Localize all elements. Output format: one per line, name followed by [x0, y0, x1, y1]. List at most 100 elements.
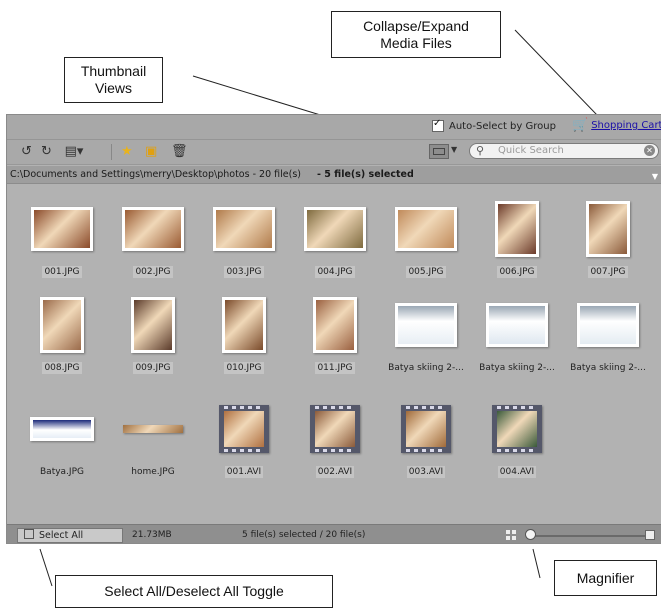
photo-thumbnail[interactable]	[122, 207, 184, 251]
select-all-button[interactable]: Select All	[17, 528, 123, 543]
thumbnail-frame[interactable]	[563, 291, 653, 359]
status-bar: Select All 21.73MB 5 file(s) selected / …	[7, 524, 661, 543]
media-item[interactable]: Batya skiing 2-...	[472, 291, 562, 391]
file-name: 006.JPG	[467, 266, 567, 278]
media-item[interactable]: Batya skiing 2-...	[563, 291, 653, 391]
photo-thumbnail[interactable]	[486, 303, 548, 347]
thumbnail-frame[interactable]	[17, 395, 107, 463]
media-item[interactable]: 006.JPG	[472, 195, 562, 295]
shopping-cart-link[interactable]: Shopping Cart	[591, 120, 661, 131]
thumbnail-frame[interactable]	[472, 395, 562, 463]
thumbnail-views-chevron-icon[interactable]: ▼	[451, 145, 457, 154]
thumbnail-frame[interactable]	[108, 195, 198, 263]
video-thumbnail[interactable]	[492, 405, 542, 453]
media-item[interactable]: 005.JPG	[381, 195, 471, 295]
rotate-right-icon[interactable]: ↻	[41, 144, 52, 160]
thumbnail-frame[interactable]	[108, 291, 198, 359]
file-name: Batya.JPG	[12, 467, 112, 477]
media-item[interactable]: 002.AVI	[290, 395, 380, 495]
thumbnail-frame[interactable]	[199, 291, 289, 359]
file-name-label: 002.AVI	[315, 466, 355, 478]
media-item[interactable]: Batya.JPG	[17, 395, 107, 495]
photo-thumbnail[interactable]	[40, 297, 84, 353]
media-item[interactable]: 010.JPG	[199, 291, 289, 391]
thumbnail-frame[interactable]	[472, 195, 562, 263]
video-thumbnail[interactable]	[219, 405, 269, 453]
media-item[interactable]: 009.JPG	[108, 291, 198, 391]
video-thumbnail[interactable]	[401, 405, 451, 453]
file-name: Batya skiing 2-...	[467, 363, 567, 373]
thumbnail-frame[interactable]	[199, 195, 289, 263]
view-menu-icon[interactable]: ▤▾	[63, 144, 85, 160]
collapse-expand-icon[interactable]: ▼	[652, 172, 658, 181]
magnifier-slider-handle[interactable]	[525, 529, 536, 540]
photo-thumbnail[interactable]	[313, 297, 357, 353]
thumbnail-frame[interactable]	[381, 291, 471, 359]
media-item[interactable]: 003.JPG	[199, 195, 289, 295]
photo-thumbnail[interactable]	[395, 303, 457, 347]
media-item[interactable]: 011.JPG	[290, 291, 380, 391]
thumbnail-frame[interactable]	[381, 195, 471, 263]
lock-icon[interactable]: ▣	[145, 144, 157, 160]
media-item[interactable]: Batya skiing 2-...	[381, 291, 471, 391]
file-name-label: 008.JPG	[42, 362, 82, 374]
file-name: 003.AVI	[376, 466, 476, 478]
file-name-label: 001.JPG	[42, 266, 82, 278]
thumbnail-image	[216, 210, 272, 248]
thumbnail-frame[interactable]	[17, 195, 107, 263]
auto-select-by-group[interactable]: Auto-Select by Group	[432, 118, 556, 132]
media-item[interactable]: 004.JPG	[290, 195, 380, 295]
media-item[interactable]: 002.JPG	[108, 195, 198, 295]
small-thumbnails-icon[interactable]	[506, 530, 516, 540]
media-item[interactable]: home.JPG	[108, 395, 198, 495]
thumbnail-image	[225, 300, 263, 350]
media-item[interactable]: 001.JPG	[17, 195, 107, 295]
thumbnail-frame[interactable]	[290, 395, 380, 463]
large-thumbnails-icon[interactable]	[645, 530, 655, 540]
thumbnail-frame[interactable]	[381, 395, 471, 463]
thumbnail-frame[interactable]	[563, 195, 653, 263]
search-icon: ⚲	[476, 144, 485, 157]
media-item[interactable]: 008.JPG	[17, 291, 107, 391]
quick-search-input[interactable]: ⚲ Quick Search ✕	[469, 143, 659, 159]
photo-thumbnail[interactable]	[31, 207, 93, 251]
media-item[interactable]: 007.JPG	[563, 195, 653, 295]
photo-thumbnail[interactable]	[577, 303, 639, 347]
thumbnail-frame[interactable]	[17, 291, 107, 359]
thumbnail-frame[interactable]	[199, 395, 289, 463]
thumbnail-frame[interactable]	[290, 291, 380, 359]
thumbnail-image	[398, 210, 454, 248]
photo-thumbnail[interactable]	[131, 297, 175, 353]
thumbnail-frame[interactable]	[108, 395, 198, 463]
star-icon[interactable]: ★	[121, 144, 133, 160]
photo-thumbnail[interactable]	[30, 417, 94, 441]
shopping-cart[interactable]: 🛒 Shopping Cart	[572, 118, 661, 133]
magnifier-slider-track[interactable]	[527, 535, 645, 537]
photo-thumbnail[interactable]	[586, 201, 630, 257]
photo-thumbnail[interactable]	[222, 297, 266, 353]
trash-icon[interactable]: 🗑	[171, 144, 188, 160]
thumbnail-views-button[interactable]	[429, 144, 449, 159]
selection-count: 5 file(s) selected / 20 file(s)	[242, 530, 366, 540]
rotate-left-icon[interactable]: ↺	[21, 144, 32, 160]
thumbnail-image	[489, 306, 545, 344]
thumbnail-image	[43, 300, 81, 350]
thumbnail-frame[interactable]	[472, 291, 562, 359]
photo-thumbnail[interactable]	[304, 207, 366, 251]
path-bar: C:\Documents and Settings\merry\Desktop\…	[7, 166, 661, 184]
thumbnail-frame[interactable]	[290, 195, 380, 263]
file-name-label: Batya skiing 2-...	[570, 363, 646, 373]
photo-thumbnail[interactable]	[213, 207, 275, 251]
video-thumbnail[interactable]	[310, 405, 360, 453]
media-item[interactable]: 003.AVI	[381, 395, 471, 495]
clear-search-icon[interactable]: ✕	[644, 145, 655, 156]
selected-count: - 5 file(s) selected	[317, 169, 414, 180]
photo-thumbnail[interactable]	[395, 207, 457, 251]
shopping-cart-icon[interactable]: 🛒	[572, 118, 588, 133]
photo-thumbnail[interactable]	[495, 201, 539, 257]
media-item[interactable]: 004.AVI	[472, 395, 562, 495]
photo-thumbnail[interactable]	[123, 425, 183, 433]
auto-select-checkbox[interactable]	[432, 118, 444, 132]
media-item[interactable]: 001.AVI	[199, 395, 289, 495]
file-name: 004.AVI	[467, 466, 567, 478]
